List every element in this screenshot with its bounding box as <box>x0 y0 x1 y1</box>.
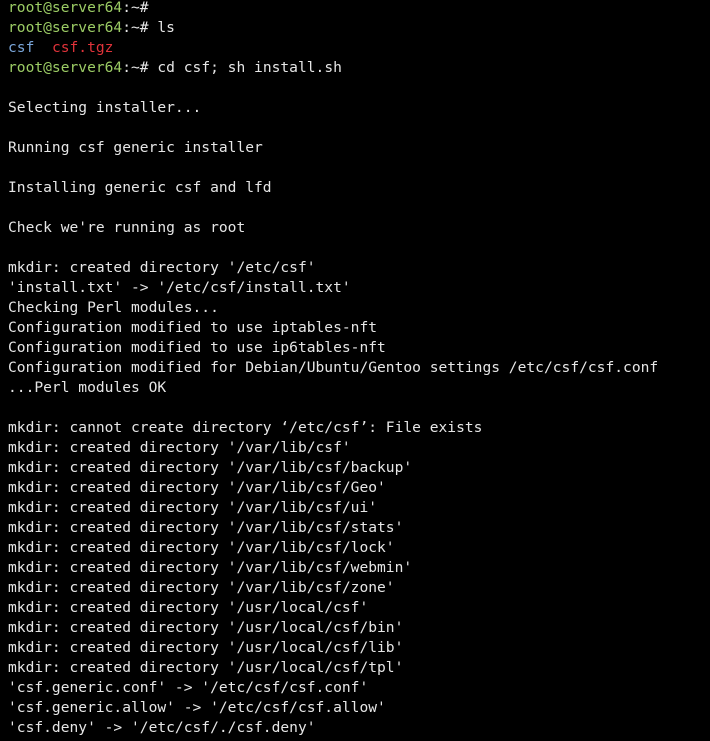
command-text: cd csf; sh install.sh <box>157 59 342 76</box>
ls-output-line: csf csf.tgz <box>8 38 710 58</box>
output-line: Configuration modified to use ip6tables-… <box>8 339 386 356</box>
output-line: 'csf.generic.conf' -> '/etc/csf/csf.conf… <box>8 679 369 696</box>
output-line: mkdir: cannot create directory ‘/etc/csf… <box>8 419 483 436</box>
ls-entry-archive: csf.tgz <box>51 39 114 56</box>
prompt-separator: :~# <box>122 59 158 76</box>
output-line: Check we're running as root <box>8 219 246 236</box>
prompt-separator: :~# <box>122 19 158 36</box>
output-line: mkdir: created directory '/var/lib/csf/s… <box>8 519 404 536</box>
prompt-user-host: root@server64 <box>8 59 123 76</box>
output-line: Running csf generic installer <box>8 139 263 156</box>
prompt-line: root@server64:~# <box>8 0 710 18</box>
output-line: Installing generic csf and lfd <box>8 179 272 196</box>
output-line: Selecting installer... <box>8 99 202 116</box>
output-line: mkdir: created directory '/etc/csf' <box>8 259 316 276</box>
ls-gap <box>34 39 52 56</box>
output-line: mkdir: created directory '/var/lib/csf/w… <box>8 559 413 576</box>
output-line: mkdir: created directory '/var/lib/csf' <box>8 439 351 456</box>
output-line: Checking Perl modules... <box>8 299 219 316</box>
prompt-separator: :~# <box>122 0 158 16</box>
output-line: mkdir: created directory '/var/lib/csf/b… <box>8 459 413 476</box>
output-line: mkdir: created directory '/usr/local/csf… <box>8 599 369 616</box>
command-output: Selecting installer... Running csf generi… <box>8 80 710 740</box>
output-line: mkdir: created directory '/var/lib/csf/G… <box>8 479 386 496</box>
output-line: Configuration modified to use iptables-n… <box>8 319 378 336</box>
output-line: 'csf.deny' -> '/etc/csf/./csf.deny' <box>8 719 316 736</box>
prompt-user-host: root@server64 <box>8 0 123 16</box>
ls-entry-directory: csf <box>8 39 35 56</box>
command-text: ls <box>157 19 175 36</box>
prompt-user-host: root@server64 <box>8 19 123 36</box>
prompt-line: root@server64:~# cd csf; sh install.sh <box>8 58 710 78</box>
prompt-line: root@server64:~# ls <box>8 18 710 38</box>
output-line: mkdir: created directory '/var/lib/csf/l… <box>8 539 395 556</box>
output-line: mkdir: created directory '/var/lib/csf/u… <box>8 499 378 516</box>
terminal-window[interactable]: root@server64:~# root@server64:~# ls csf… <box>0 0 710 741</box>
output-line: mkdir: created directory '/usr/local/csf… <box>8 639 404 656</box>
output-line: mkdir: created directory '/var/lib/csf/z… <box>8 579 395 596</box>
output-line: mkdir: created directory '/usr/local/csf… <box>8 619 404 636</box>
output-line: 'install.txt' -> '/etc/csf/install.txt' <box>8 279 351 296</box>
output-line: 'csf.generic.allow' -> '/etc/csf/csf.all… <box>8 699 386 716</box>
output-line: mkdir: created directory '/usr/local/csf… <box>8 659 404 676</box>
output-line: ...Perl modules OK <box>8 379 167 396</box>
output-line: Configuration modified for Debian/Ubuntu… <box>8 359 659 376</box>
